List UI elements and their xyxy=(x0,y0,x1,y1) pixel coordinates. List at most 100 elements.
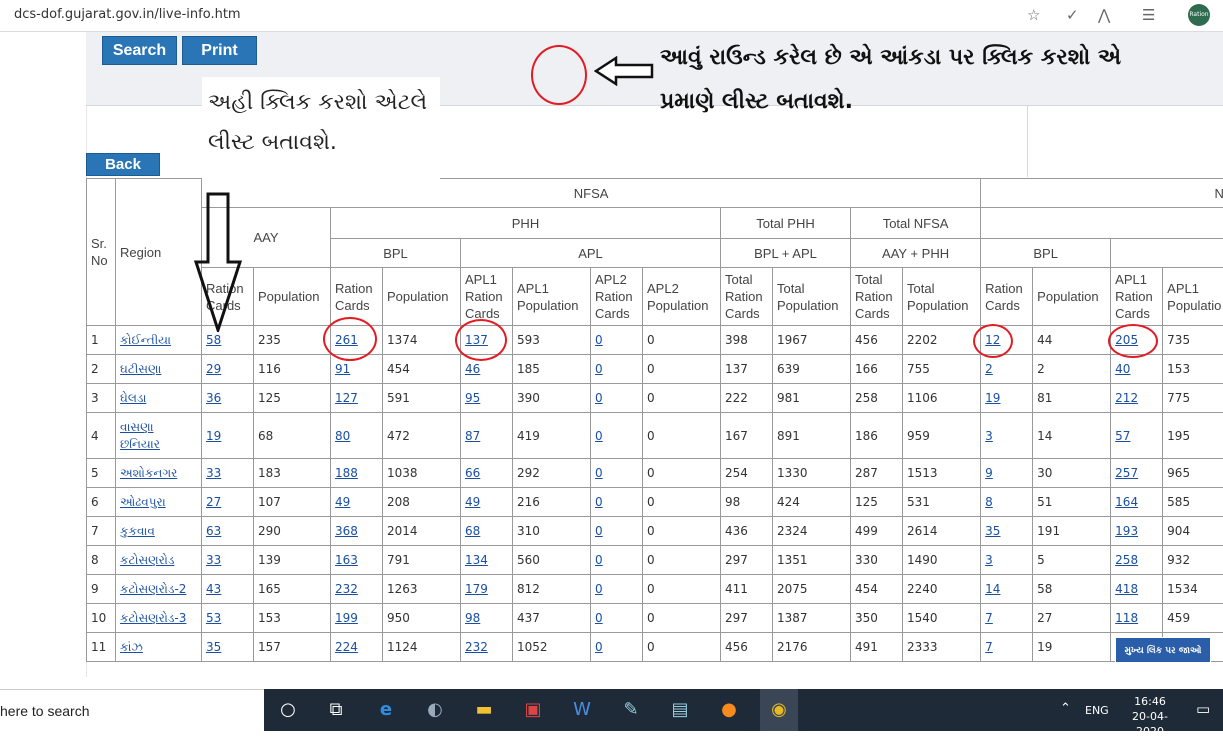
count-link[interactable]: 188 xyxy=(335,466,358,480)
count-link[interactable]: 2 xyxy=(985,362,993,376)
clock[interactable]: 16:46 20-04-2020 xyxy=(1120,694,1180,739)
count-link[interactable]: 232 xyxy=(335,582,358,596)
count-link[interactable]: 257 xyxy=(1115,466,1138,480)
search-button[interactable]: Search xyxy=(102,36,177,65)
region-link[interactable]: ઘેલડા xyxy=(120,391,146,405)
count-link[interactable]: 33 xyxy=(206,466,221,480)
count-link[interactable]: 0 xyxy=(595,524,603,538)
count-link[interactable]: 258 xyxy=(1115,553,1138,567)
count-link[interactable]: 118 xyxy=(1115,611,1138,625)
count-link[interactable]: 49 xyxy=(335,495,350,509)
count-link[interactable]: 0 xyxy=(595,640,603,654)
count-link[interactable]: 164 xyxy=(1115,495,1138,509)
profile-avatar-icon[interactable]: Ration xyxy=(1188,4,1210,26)
count-link[interactable]: 35 xyxy=(206,640,221,654)
count-link[interactable]: 95 xyxy=(465,391,480,405)
firefox-icon[interactable]: ● xyxy=(714,696,744,724)
task-view-icon[interactable]: ⧉ xyxy=(321,696,351,724)
count-link[interactable]: 35 xyxy=(985,524,1000,538)
count-link[interactable]: 212 xyxy=(1115,391,1138,405)
count-link[interactable]: 29 xyxy=(206,362,221,376)
paint-app-icon[interactable]: ▣ xyxy=(518,696,548,724)
count-link[interactable]: 0 xyxy=(595,333,603,347)
region-link[interactable]: કટોસણરોડ xyxy=(120,553,174,567)
count-link[interactable]: 33 xyxy=(206,553,221,567)
file-explorer-icon[interactable]: ▬ xyxy=(469,696,499,724)
count-link[interactable]: 68 xyxy=(465,524,480,538)
back-button[interactable]: Back xyxy=(86,153,160,176)
count-link[interactable]: 418 xyxy=(1115,582,1138,596)
count-link[interactable]: 58 xyxy=(206,333,221,347)
count-link[interactable]: 3 xyxy=(985,429,993,443)
count-link[interactable]: 36 xyxy=(206,391,221,405)
count-link[interactable]: 232 xyxy=(465,640,488,654)
count-link[interactable]: 127 xyxy=(335,391,358,405)
count-link[interactable]: 8 xyxy=(985,495,993,509)
count-link[interactable]: 0 xyxy=(595,553,603,567)
count-link[interactable]: 7 xyxy=(985,640,993,654)
check-icon[interactable]: ✓ xyxy=(1066,6,1079,24)
region-link[interactable]: કુકવાવ xyxy=(120,524,155,538)
main-link-button[interactable]: મુખ્ય લિંક પર જાઓ xyxy=(1115,637,1211,663)
region-link[interactable]: વાસણા છનિયાર xyxy=(120,420,160,451)
language-indicator[interactable]: ENG xyxy=(1085,704,1109,717)
count-link[interactable]: 46 xyxy=(465,362,480,376)
count-link[interactable]: 98 xyxy=(465,611,480,625)
cell-region: કોઈન્તીયા xyxy=(116,326,202,355)
region-link[interactable]: અશોકનગર xyxy=(120,466,177,480)
region-link[interactable]: ઘટીસણા xyxy=(120,362,161,376)
count-link[interactable]: 368 xyxy=(335,524,358,538)
chrome-icon[interactable]: ◉ xyxy=(764,696,794,724)
count-link[interactable]: 57 xyxy=(1115,429,1130,443)
count-link[interactable]: 179 xyxy=(465,582,488,596)
region-link[interactable]: કાંઝ xyxy=(120,640,143,654)
count-link[interactable]: 7 xyxy=(985,611,993,625)
count-link[interactable]: 0 xyxy=(595,582,603,596)
word-icon[interactable]: W xyxy=(567,696,597,724)
count-link[interactable]: 40 xyxy=(1115,362,1130,376)
count-link[interactable]: 0 xyxy=(595,391,603,405)
paint-brush-icon[interactable]: ✎ xyxy=(616,696,646,724)
cell-nbpl-pop: 19 xyxy=(1033,633,1111,662)
tray-chevron-icon[interactable]: ⌃ xyxy=(1060,701,1071,716)
count-link[interactable]: 224 xyxy=(335,640,358,654)
extension-icon[interactable]: ⋀ xyxy=(1098,6,1110,24)
count-link[interactable]: 3 xyxy=(985,553,993,567)
taskbar-search-placeholder[interactable]: here to search xyxy=(0,703,90,719)
region-link[interactable]: કોઈન્તીયા xyxy=(120,333,171,347)
count-link[interactable]: 43 xyxy=(206,582,221,596)
count-link[interactable]: 134 xyxy=(465,553,488,567)
region-link[interactable]: કટોસણરોડ-2 xyxy=(120,582,186,596)
count-link[interactable]: 19 xyxy=(206,429,221,443)
count-link[interactable]: 0 xyxy=(595,466,603,480)
count-link[interactable]: 63 xyxy=(206,524,221,538)
count-link[interactable]: 87 xyxy=(465,429,480,443)
count-link[interactable]: 199 xyxy=(335,611,358,625)
count-link[interactable]: 91 xyxy=(335,362,350,376)
count-link[interactable]: 193 xyxy=(1115,524,1138,538)
count-link[interactable]: 27 xyxy=(206,495,221,509)
count-link[interactable]: 9 xyxy=(985,466,993,480)
count-link[interactable]: 14 xyxy=(985,582,1000,596)
cortana-icon[interactable]: ○ xyxy=(273,696,303,724)
count-link[interactable]: 0 xyxy=(595,429,603,443)
count-link[interactable]: 19 xyxy=(985,391,1000,405)
region-link[interactable]: ઓઢવપુરા xyxy=(120,495,166,509)
reading-list-icon[interactable]: ☰ xyxy=(1142,6,1155,24)
network-app-icon[interactable]: ▤ xyxy=(665,696,695,724)
star-icon[interactable]: ☆ xyxy=(1027,6,1040,24)
count-link[interactable]: 53 xyxy=(206,611,221,625)
url-text[interactable]: dcs-dof.gujarat.gov.in/live-info.htm xyxy=(14,7,241,22)
notification-icon[interactable]: ▭ xyxy=(1196,700,1210,718)
count-link[interactable]: 0 xyxy=(595,611,603,625)
count-link[interactable]: 80 xyxy=(335,429,350,443)
count-link[interactable]: 49 xyxy=(465,495,480,509)
app-icon[interactable]: ◐ xyxy=(420,696,450,724)
count-link[interactable]: 163 xyxy=(335,553,358,567)
count-link[interactable]: 66 xyxy=(465,466,480,480)
count-link[interactable]: 0 xyxy=(595,362,603,376)
edge-icon[interactable]: e xyxy=(371,696,401,724)
count-link[interactable]: 0 xyxy=(595,495,603,509)
region-link[interactable]: કટોસણરોડ-3 xyxy=(120,611,186,625)
print-button[interactable]: Print xyxy=(182,36,257,65)
